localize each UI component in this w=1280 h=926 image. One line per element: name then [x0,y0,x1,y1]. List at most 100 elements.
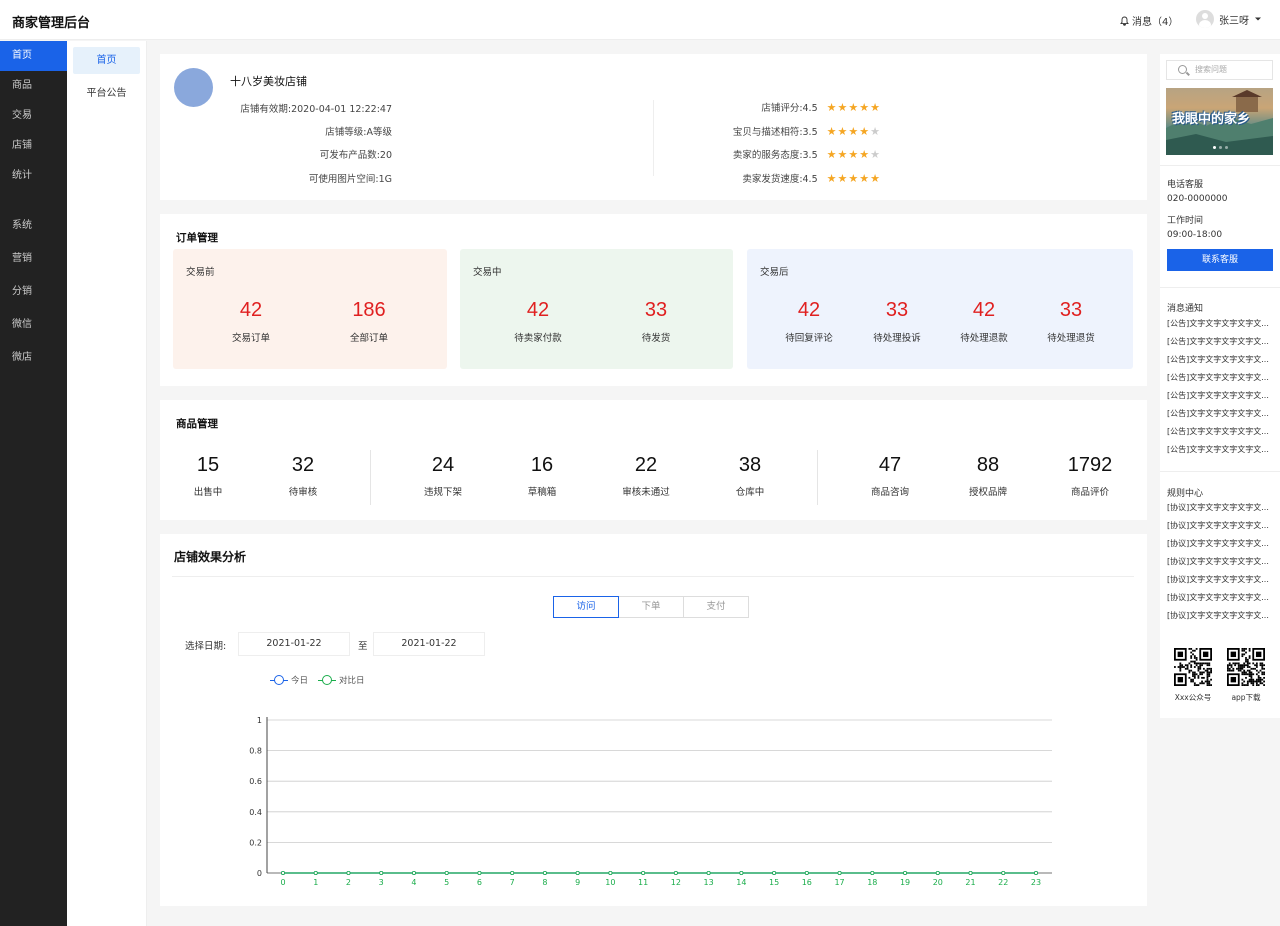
x-tick-label: 1 [313,878,318,887]
sidebar-item-goods[interactable]: 商品 [0,71,67,101]
goods-stat[interactable]: 22 审核未通过 [601,454,691,498]
carousel-dots [1213,146,1228,149]
x-tick-label: 3 [379,878,384,887]
x-tick-label: 23 [1031,878,1041,887]
rule-item[interactable]: [协议]文字文字文字文字文... [1167,571,1269,589]
stat-value: 42 [972,299,996,321]
order-stat[interactable]: 42 待回复评论 [769,299,849,344]
x-tick-label: 21 [965,878,975,887]
help-search-input[interactable]: 搜索问题 [1166,60,1273,80]
contact-support-button[interactable]: 联系客服 [1167,249,1273,271]
qr-code-icon [1227,648,1265,686]
notice-item[interactable]: [公告]文字文字文字文字文... [1167,387,1269,405]
data-point [411,870,416,875]
hours-value: 09:00-18:00 [1167,230,1223,240]
rule-item[interactable]: [协议]文字文字文字文字文... [1167,553,1269,571]
x-tick-label: 5 [444,878,449,887]
sidebar-item-home[interactable]: 首页 [0,41,67,71]
goods-stat[interactable]: 16 草稿箱 [497,454,587,498]
goods-stat[interactable]: 38 仓库中 [705,454,795,498]
banner-title: 我眼中的家乡 [1172,112,1251,127]
stat-value: 24 [431,454,455,476]
sidebar-item-shop[interactable]: 店铺 [0,131,67,161]
stat-label: 出售中 [193,487,223,498]
x-tick-label: 22 [998,878,1008,887]
order-stat[interactable]: 42 交易订单 [211,299,291,344]
stat-label: 商品评价 [1070,487,1109,498]
order-stat[interactable]: 42 待处理退款 [944,299,1024,344]
sidebar-item-distribution[interactable]: 分销 [0,275,67,308]
user-menu[interactable]: 张三呀 [1196,10,1262,28]
sidebar: 首页 商品 交易 店铺 统计 系统 营销 分销 微信 微店 [0,41,67,926]
goods-stat[interactable]: 1792 商品评价 [1045,454,1135,498]
rating-label: 卖家的服务态度:3.5 [732,150,818,161]
subnav-item-announcements[interactable]: 平台公告 [73,80,140,107]
goods-stat[interactable]: 15 出售中 [163,454,253,498]
sidebar-item-system[interactable]: 系统 [0,209,67,242]
data-point [837,870,842,875]
section-title: 商品管理 [176,418,218,430]
sidebar-item-microshop[interactable]: 微店 [0,341,67,374]
notice-item[interactable]: [公告]文字文字文字文字文... [1167,333,1269,351]
stat-value: 186 [352,299,386,321]
rule-item[interactable]: [协议]文字文字文字文字文... [1167,499,1269,517]
goods-stat[interactable]: 24 违规下架 [398,454,488,498]
data-point [772,870,777,875]
stat-label: 待回复评论 [785,333,833,344]
sidebar-item-wechat[interactable]: 微信 [0,308,67,341]
app-title: 商家管理后台 [12,16,91,31]
sidebar-item-stats[interactable]: 统计 [0,161,67,191]
notice-item[interactable]: [公告]文字文字文字文字文... [1167,423,1269,441]
line-chart: 00.20.40.60.810 1 2 3 4 5 6 7 8 9 10 11 12 13 14 15 16 17… [249,716,1052,887]
section-title: 订单管理 [176,232,218,244]
tab-visit[interactable]: 访问 [553,596,619,618]
stat-label: 待处理投诉 [873,333,921,344]
goods-stat[interactable]: 47 商品咨询 [845,454,935,498]
sidebar-item-marketing[interactable]: 营销 [0,242,67,275]
rule-item[interactable]: [协议]文字文字文字文字文... [1167,517,1269,535]
rule-item[interactable]: [协议]文字文字文字文字文... [1167,535,1269,553]
x-tick-label: 16 [802,878,812,887]
shop-image-space: 可使用图片空间:1G [308,174,392,185]
carousel-dot[interactable] [1213,146,1216,149]
stat-label: 商品咨询 [870,487,909,498]
notice-item[interactable]: [公告]文字文字文字文字文... [1167,369,1269,387]
sidebar-item-trade[interactable]: 交易 [0,101,67,131]
star-icon: ★ [848,171,859,185]
star-icon: ★ [870,100,880,114]
rule-item[interactable]: [协议]文字文字文字文字文... [1167,607,1269,625]
promo-banner[interactable]: 我眼中的家乡 [1166,88,1273,155]
subnav-item-home[interactable]: 首页 [73,47,140,74]
order-group-after: 交易后 42 待回复评论 33 待处理投诉 42 待处理退款 33 待处理退货 [747,249,1133,369]
goods-stat[interactable]: 88 授权品牌 [943,454,1033,498]
notice-item[interactable]: [公告]文字文字文字文字文... [1167,315,1269,333]
rule-item[interactable]: [协议]文字文字文字文字文... [1167,589,1269,607]
data-point [477,870,482,875]
qr-label: Xxx公众号 [1174,693,1212,702]
order-stat[interactable]: 33 待处理退货 [1031,299,1111,344]
messages-link[interactable]: 消息（4） [1120,13,1178,28]
order-stat[interactable]: 186 全部订单 [329,299,409,344]
order-stat[interactable]: 33 待处理投诉 [857,299,937,344]
star-icon: ★ [870,147,880,161]
notice-item[interactable]: [公告]文字文字文字文字文... [1167,405,1269,423]
star-icon: ★ [870,124,880,138]
data-point [379,870,384,875]
user-name: 张三呀 [1219,15,1249,27]
stat-label: 待处理退货 [1047,333,1095,344]
order-stat[interactable]: 42 待卖家付款 [498,299,578,344]
stat-value: 33 [1059,299,1083,321]
star-icon: ★ [826,100,837,114]
order-stat[interactable]: 33 待发货 [616,299,696,344]
y-tick-label: 0.6 [249,777,262,786]
goods-stat[interactable]: 32 待审核 [258,454,348,498]
star-icon: ★ [859,124,870,138]
x-tick-label: 20 [933,878,943,887]
notice-item[interactable]: [公告]文字文字文字文字文... [1167,441,1269,459]
star-icon: ★ [837,100,848,114]
carousel-dot[interactable] [1225,146,1228,149]
data-point [346,870,351,875]
carousel-dot[interactable] [1219,146,1222,149]
notice-item[interactable]: [公告]文字文字文字文字文... [1167,351,1269,369]
y-tick-label: 0.4 [249,808,262,817]
